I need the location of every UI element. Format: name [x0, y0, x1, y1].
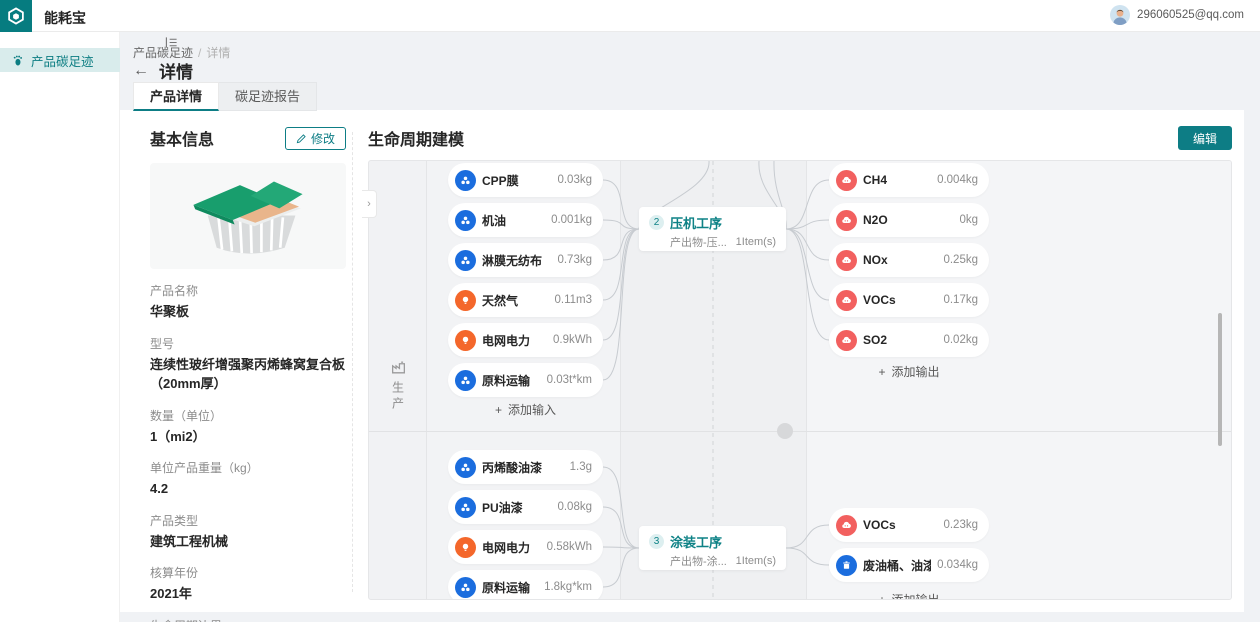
panel-divider	[352, 132, 353, 592]
material-icon	[455, 250, 476, 271]
sidebar-collapse-icon[interactable]	[165, 36, 178, 49]
sidebar: 产品碳足迹	[0, 32, 120, 622]
avatar	[1110, 5, 1130, 25]
input-node[interactable]: 电网电力 0.58kWh	[448, 530, 603, 564]
process-node-press[interactable]: 2 压机工序 产出物-压... 1Item(s)	[639, 207, 786, 251]
plus-icon: +	[495, 403, 502, 417]
material-icon	[455, 370, 476, 391]
field-product-type: 产品类型 建筑工程机械	[150, 512, 346, 552]
add-input-button[interactable]: +添加输入	[448, 401, 603, 418]
input-node[interactable]: 原料运输 0.03t*km	[448, 363, 603, 397]
back-arrow-icon[interactable]: ←	[133, 63, 149, 79]
output-node[interactable]: SO2 0.02kg	[829, 323, 989, 357]
app-header: 能耗宝 296060525@qq.com	[0, 0, 1260, 32]
lifecycle-canvas[interactable]: 生产 CPP膜 0.03kg 机油 0.001kg 淋膜无纺布 0.73kg 天…	[368, 160, 1232, 600]
output-node[interactable]: N2O 0kg	[829, 203, 989, 237]
tab-footprint-report[interactable]: 碳足迹报告	[219, 82, 317, 111]
sidebar-item-product-carbon-footprint[interactable]: 产品碳足迹	[0, 48, 120, 72]
input-node[interactable]: 电网电力 0.9kWh	[448, 323, 603, 357]
app-name: 能耗宝	[44, 8, 86, 28]
field-quantity: 数量（单位） 1（mi2）	[150, 407, 346, 447]
expand-panel-tab[interactable]: ›	[362, 190, 377, 218]
process-index-badge: 3	[649, 534, 664, 549]
add-output-button[interactable]: +添加输出	[829, 591, 989, 600]
output-node[interactable]: CH4 0.004kg	[829, 163, 989, 197]
title-row: ← 详情	[133, 58, 193, 83]
output-node[interactable]: NOx 0.25kg	[829, 243, 989, 277]
modify-button[interactable]: 修改	[285, 127, 346, 150]
material-icon	[455, 497, 476, 518]
input-node[interactable]: CPP膜 0.03kg	[448, 163, 603, 197]
input-node[interactable]: 天然气 0.11m3	[448, 283, 603, 317]
energy-icon	[455, 537, 476, 558]
material-icon	[455, 577, 476, 598]
add-output-button[interactable]: +添加输出	[829, 363, 989, 380]
logo-icon	[5, 5, 27, 27]
emission-icon	[836, 290, 857, 311]
emission-icon	[836, 330, 857, 351]
edit-pencil-icon	[296, 133, 307, 144]
field-lifecycle-boundary: 生命周期边界 从摇篮到大门 从资源开采到产品出厂	[150, 617, 346, 622]
input-node[interactable]: 丙烯酸油漆 1.3g	[448, 450, 603, 484]
breadcrumb-separator: /	[198, 46, 201, 60]
material-icon	[455, 457, 476, 478]
app-logo	[0, 0, 32, 32]
tab-product-detail[interactable]: 产品详情	[133, 82, 219, 111]
factory-icon	[390, 359, 407, 376]
page-title: 详情	[159, 58, 193, 83]
footprint-icon	[12, 54, 25, 67]
field-model: 型号 连续性玻纤增强聚丙烯蜂窝复合板（20mm厚）	[150, 335, 346, 394]
output-node[interactable]: VOCs 0.17kg	[829, 283, 989, 317]
input-node[interactable]: PU油漆 0.08kg	[448, 490, 603, 524]
energy-icon	[455, 330, 476, 351]
field-product-name: 产品名称 华聚板	[150, 282, 346, 322]
emission-icon	[836, 170, 857, 191]
process-index-badge: 2	[649, 215, 664, 230]
energy-icon	[455, 290, 476, 311]
output-node[interactable]: VOCs 0.23kg	[829, 508, 989, 542]
stage-label-production: 生产	[383, 359, 413, 413]
emission-icon	[836, 515, 857, 536]
breadcrumb-current: 详情	[206, 46, 230, 60]
input-node[interactable]: 机油 0.001kg	[448, 203, 603, 237]
material-icon	[455, 170, 476, 191]
tab-bar: 产品详情 碳足迹报告	[133, 82, 317, 111]
emission-icon	[836, 210, 857, 231]
chevron-right-icon: ›	[367, 198, 371, 210]
plus-icon: +	[878, 365, 885, 379]
basic-info-panel: 基本信息 修改 产品名称 华聚板 型号 连续性玻纤增强聚丙烯蜂窝复合板（20mm…	[150, 126, 346, 622]
user-area[interactable]: 296060525@qq.com	[1110, 5, 1244, 25]
material-icon	[455, 210, 476, 231]
waste-icon	[836, 555, 857, 576]
input-node[interactable]: 原料运输 1.8kg*km	[448, 570, 603, 600]
output-node[interactable]: 废油桶、油漆渣 0.034kg	[829, 548, 989, 582]
field-unit-weight: 单位产品重量（kg） 4.2	[150, 459, 346, 499]
lifecycle-title: 生命周期建模	[368, 126, 464, 150]
product-image	[150, 163, 346, 269]
emission-icon	[836, 250, 857, 271]
sidebar-item-label: 产品碳足迹	[31, 51, 94, 70]
field-accounting-year: 核算年份 2021年	[150, 564, 346, 604]
basic-info-title: 基本信息	[150, 126, 214, 150]
input-node[interactable]: 淋膜无纺布 0.73kg	[448, 243, 603, 277]
composite-board-illustration	[163, 168, 333, 264]
user-email: 296060525@qq.com	[1137, 9, 1244, 21]
flow-connector-dot	[777, 423, 793, 439]
plus-icon: +	[878, 593, 885, 600]
edit-button[interactable]: 编辑	[1178, 126, 1232, 150]
process-node-coating[interactable]: 3 涂装工序 产出物-涂... 1Item(s)	[639, 526, 786, 570]
canvas-scrollbar[interactable]	[1218, 313, 1222, 446]
